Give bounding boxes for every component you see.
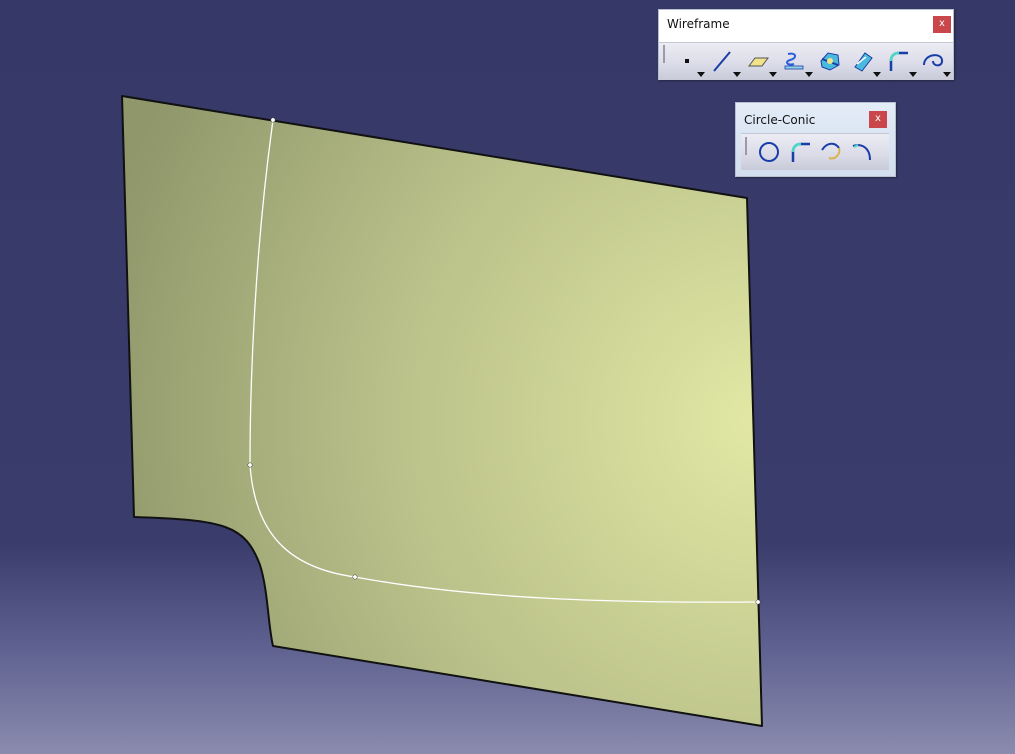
circle-icon[interactable] xyxy=(754,137,784,167)
dropdown-arrow[interactable] xyxy=(943,72,951,77)
surface-face[interactable] xyxy=(122,96,762,726)
dropdown-arrow[interactable] xyxy=(909,72,917,77)
dropdown-arrow[interactable] xyxy=(697,72,705,77)
circle-conic-toolbar[interactable]: Circle-Conic x xyxy=(735,102,896,177)
dropdown-arrow[interactable] xyxy=(805,72,813,77)
curve-vertex[interactable] xyxy=(352,574,358,580)
wireframe-toolbar[interactable]: Wireframe x xyxy=(658,9,954,80)
dropdown-arrow[interactable] xyxy=(873,72,881,77)
intersection-icon[interactable] xyxy=(815,46,845,76)
toolbar-icon-strip xyxy=(741,133,889,170)
connect-curve-icon[interactable] xyxy=(816,137,846,167)
conic-icon[interactable] xyxy=(847,137,877,167)
close-button[interactable]: x xyxy=(933,16,951,33)
curve-vertex[interactable] xyxy=(247,462,253,468)
curve-vertex[interactable] xyxy=(270,117,276,123)
3d-viewport[interactable]: Wireframe x Circle-Conic x xyxy=(0,0,1015,754)
curve-vertex[interactable] xyxy=(755,599,761,605)
toolbar-title: Wireframe xyxy=(667,17,730,31)
dropdown-arrow[interactable] xyxy=(769,72,777,77)
close-button[interactable]: x xyxy=(869,111,887,128)
toolbar-grip[interactable] xyxy=(663,45,665,63)
toolbar-grip[interactable] xyxy=(745,137,747,155)
corner-icon[interactable] xyxy=(785,137,815,167)
toolbar-title: Circle-Conic xyxy=(744,113,816,127)
toolbar-icon-strip xyxy=(659,42,953,80)
dropdown-arrow[interactable] xyxy=(733,72,741,77)
